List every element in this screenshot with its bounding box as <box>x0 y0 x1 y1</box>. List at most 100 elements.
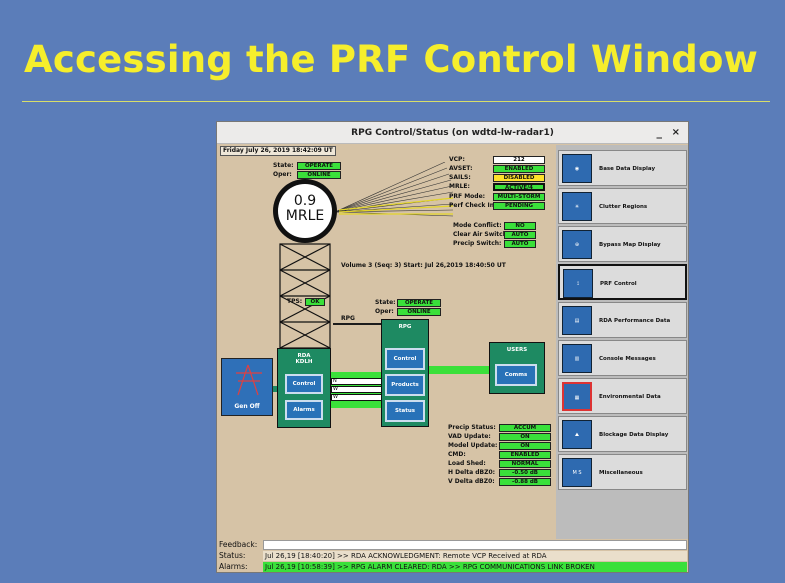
bottom-label: V Delta dBZ0: <box>448 478 495 485</box>
feedback-label: Feedback: <box>219 540 258 549</box>
rpg-state-label: State: <box>375 299 396 306</box>
status-value: DISABLED <box>493 174 545 182</box>
panel-button-label: Miscellaneous <box>599 470 643 476</box>
bottom-value: NORMAL <box>499 460 551 468</box>
status-value: ACTIVE/4 <box>493 183 545 191</box>
console-icon: ▥ <box>562 344 592 373</box>
status-label: AVSET: <box>449 165 473 172</box>
bottom-label: Load Shed: <box>448 460 486 467</box>
radome-state-label: State: <box>273 162 294 169</box>
panel-button-bypass-map[interactable]: ⊕ Bypass Map Display <box>558 226 687 262</box>
rpg-title: RPG <box>398 324 412 330</box>
panel-button-environmental-data[interactable]: ▦ Environmental Data <box>558 378 687 414</box>
users-title: USERS <box>506 347 528 353</box>
radome-icon[interactable]: 0.9 MRLE <box>273 179 337 243</box>
window-title: RPG Control/Status (on wdtd-lw-radar1) <box>351 128 554 138</box>
radome-mode: MRLE <box>285 208 325 224</box>
radar-tower-icon <box>279 243 331 349</box>
rpg-line-label: RPG <box>341 315 355 322</box>
rpg-control-window: RPG Control/Status (on wdtd-lw-radar1) _… <box>216 121 689 573</box>
users-comms-button[interactable]: Comms <box>495 364 537 386</box>
rda-performance-icon: ▤ <box>562 306 592 335</box>
close-icon[interactable]: × <box>672 122 680 144</box>
panel-button-label: Console Messages <box>599 356 656 362</box>
panel-button-label: Bypass Map Display <box>599 242 661 248</box>
radome-elevation: 0.9 <box>293 193 317 209</box>
tps-label: TPS: <box>287 298 303 305</box>
slide-title: Accessing the PRF Control Window <box>24 38 758 81</box>
rpg-control-button[interactable]: Control <box>385 348 425 370</box>
panel-button-label: Blockage Data Display <box>599 432 669 438</box>
mode-label: Clear Air Switch: <box>453 231 510 238</box>
panel-button-rda-performance[interactable]: ▤ RDA Performance Data <box>558 302 687 338</box>
alarms-line-label: Alarms: <box>219 562 248 571</box>
radar-beam-lines <box>335 162 454 217</box>
panel-button-label: RDA Performance Data <box>599 318 671 324</box>
environmental-icon: ▦ <box>562 382 592 411</box>
feedback-field[interactable] <box>263 540 687 550</box>
mode-value: NO <box>504 222 536 230</box>
clutter-icon: ✳ <box>562 192 592 221</box>
volume-status: Volume 3 (Seq: 3) Start: Jul 26,2019 18:… <box>341 262 506 269</box>
status-value: 212 <box>493 156 545 164</box>
prf-icon: ⟟ <box>563 269 593 298</box>
mode-label: Mode Conflict: <box>453 222 502 229</box>
minimize-icon[interactable]: _ <box>657 122 663 144</box>
blockage-icon: ⛰ <box>562 420 592 449</box>
status-line-value: Jul 26,19 [18:40:20] >> RDA ACKNOWLEDGME… <box>263 551 687 561</box>
bottom-value: ENABLED <box>499 451 551 459</box>
status-label: Perf Check In: <box>449 202 497 209</box>
panel-button-blockage-data[interactable]: ⛰ Blockage Data Display <box>558 416 687 452</box>
rpg-users-link <box>429 366 491 374</box>
power-tower-icon <box>236 364 262 396</box>
bottom-label: CMD: <box>448 451 466 458</box>
panel-button-miscellaneous[interactable]: M S Miscellaneous <box>558 454 687 490</box>
datetime-display: Friday July 26, 2019 18:42:09 UT <box>220 146 336 156</box>
generator-box[interactable]: Gen Off <box>221 358 273 416</box>
rda-site: KDLH <box>295 359 313 365</box>
panel-button-label: Clutter Regions <box>599 204 648 210</box>
window-titlebar[interactable]: RPG Control/Status (on wdtd-lw-radar1) _… <box>217 122 688 144</box>
rda-alarms-button[interactable]: Alarms <box>285 400 323 420</box>
radome-oper-label: Oper: <box>273 171 292 178</box>
status-value: ENABLED <box>493 165 545 173</box>
title-divider <box>22 101 770 102</box>
rda-control-button[interactable]: Control <box>285 374 323 394</box>
rpg-oper-value: ONLINE <box>397 308 441 316</box>
bypass-map-icon: ⊕ <box>562 230 592 259</box>
bottom-label: VAD Update: <box>448 433 491 440</box>
status-line-label: Status: <box>219 551 246 560</box>
footer-bar: Feedback: Status: Jul 26,19 [18:40:20] >… <box>217 540 688 572</box>
rpg-status-button[interactable]: Status <box>385 400 425 422</box>
rpg-products-button[interactable]: Products <box>385 374 425 396</box>
tps-value: OK <box>305 298 325 306</box>
bottom-value: -0.88 dB <box>499 478 551 486</box>
bottom-value: ON <box>499 433 551 441</box>
status-label: MRLE: <box>449 183 470 190</box>
link-w2: W <box>331 394 383 401</box>
misc-icon: M S <box>562 458 592 487</box>
link-w1: W <box>331 386 383 393</box>
mode-value: AUTO <box>504 240 536 248</box>
bottom-label: Precip Status: <box>448 424 496 431</box>
panel-button-label: Environmental Data <box>599 394 661 400</box>
status-label: PRF Mode: <box>449 193 486 200</box>
mode-label: Precip Switch: <box>453 240 502 247</box>
panel-button-console-messages[interactable]: ▥ Console Messages <box>558 340 687 376</box>
status-label: VCP: <box>449 156 465 163</box>
base-data-icon: ◉ <box>562 154 592 183</box>
status-label: SAILS: <box>449 174 471 181</box>
generator-label: Gen Off <box>234 403 260 410</box>
panel-button-label: Base Data Display <box>599 166 656 172</box>
panel-button-clutter-regions[interactable]: ✳ Clutter Regions <box>558 188 687 224</box>
mode-value: AUTO <box>504 231 536 239</box>
panel-button-base-data[interactable]: ◉ Base Data Display <box>558 150 687 186</box>
status-value: MULTI-STORM <box>493 193 545 201</box>
rda-rpg-link: N W W <box>331 372 383 408</box>
bottom-value: ACCUM <box>499 424 551 432</box>
rpg-state-value: OPERATE <box>397 299 441 307</box>
bottom-value: ON <box>499 442 551 450</box>
panel-button-prf-control[interactable]: ⟟ PRF Control <box>558 264 687 300</box>
tool-panel: ◉ Base Data Display ✳ Clutter Regions ⊕ … <box>556 145 688 539</box>
alarms-line-value: Jul 26,19 [10:58:39] >> RPG ALARM CLEARE… <box>263 562 687 572</box>
